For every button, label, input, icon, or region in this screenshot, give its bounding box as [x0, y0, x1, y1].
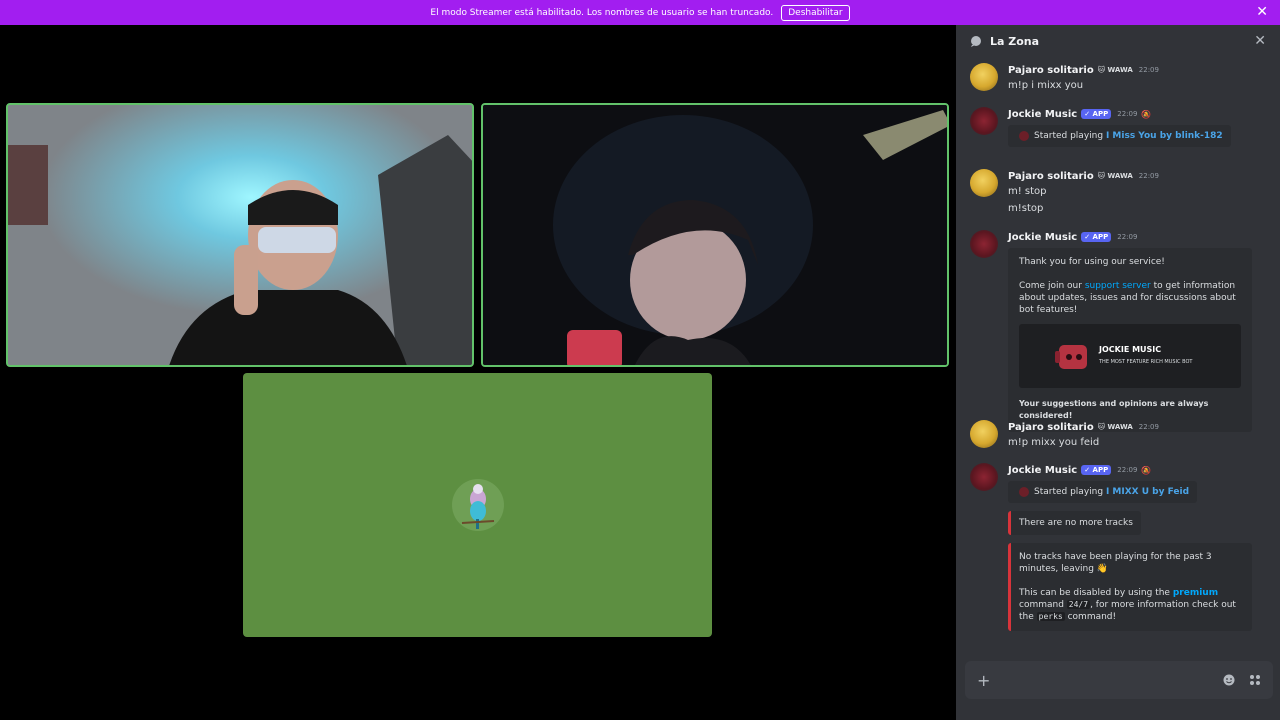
message-list[interactable]: Pajaro solitario 🐱 WAWA 22:09 m!p i mixx… — [956, 57, 1280, 657]
emoji-icon[interactable] — [1223, 674, 1235, 686]
idle-leave-embed: No tracks have been playing for the past… — [1008, 543, 1252, 631]
channel-name: La Zona — [990, 34, 1040, 48]
avatar[interactable] — [970, 107, 998, 135]
avatar[interactable] — [970, 230, 998, 258]
idle-b1: This can be disabled by using the — [1019, 588, 1173, 598]
message: Jockie Music ✓ APP 22:09 Thank you for u… — [970, 230, 1270, 432]
bot-mini-avatar — [1019, 130, 1029, 141]
message-text: m!p i mixx you — [1008, 80, 1084, 91]
webcam-feed-1 — [8, 105, 472, 365]
app-badge: ✓ APP — [1081, 232, 1112, 242]
promo-subtitle: THE MOST FEATURE RICH MUSIC BOT — [1099, 359, 1193, 365]
code-perks: perks — [1036, 612, 1065, 621]
embed-join-a: Come join our — [1019, 281, 1085, 291]
timestamp: 22:09 — [1138, 423, 1159, 431]
muted-notification-icon: 🔕 — [1141, 109, 1152, 119]
avatar[interactable] — [970, 420, 998, 448]
chat-bubble-icon — [971, 36, 981, 47]
avatar[interactable] — [970, 463, 998, 491]
no-more-tracks-text: There are no more tracks — [1019, 518, 1133, 528]
thanks-embed: Thank you for using our service! Come jo… — [1008, 248, 1252, 432]
idle-b4: command! — [1064, 612, 1117, 622]
message: Jockie Music ✓ APP 22:09 🔕 Started playi… — [970, 107, 1270, 147]
author-name[interactable]: Pajaro solitario — [1008, 65, 1094, 76]
video-tile-participant-2[interactable] — [481, 103, 949, 367]
embed-footer: Your suggestions and opinions are always… — [1019, 399, 1209, 420]
timestamp: 22:09 — [1138, 66, 1159, 74]
bot-mini-avatar — [1019, 486, 1029, 497]
timestamp: 22:09 — [1117, 233, 1138, 241]
code-24-7: 24/7 — [1066, 600, 1091, 609]
author-name[interactable]: Jockie Music — [1008, 109, 1077, 120]
close-icon[interactable]: ✕ — [1256, 4, 1268, 20]
message: Jockie Music ✓ APP 22:09 🔕 Started playi… — [970, 463, 1270, 631]
author-name[interactable]: Pajaro solitario — [1008, 422, 1094, 433]
disable-streamer-mode-button[interactable]: Deshabilitar — [781, 4, 850, 21]
muted-notification-icon: 🔕 — [1141, 465, 1152, 475]
message: Pajaro solitario 🐱 WAWA 22:09 m!p mixx y… — [970, 420, 1270, 451]
timestamp: 22:09 — [1138, 172, 1159, 180]
timestamp: 22:09 — [1117, 110, 1138, 118]
banner-message: El modo Streamer está habilitado. Los no… — [430, 7, 774, 18]
message-composer[interactable]: + — [965, 661, 1273, 699]
track-link[interactable]: I Miss You by blink-182 — [1106, 131, 1223, 141]
server-tag[interactable]: 🐱 WAWA — [1098, 172, 1133, 180]
close-chat-icon[interactable]: ✕ — [1254, 33, 1266, 49]
now-playing-embed: Started playing I Miss You by blink-182 — [1008, 125, 1231, 147]
avatar[interactable] — [970, 169, 998, 197]
message-text: m! stop — [1008, 186, 1047, 197]
no-more-tracks-embed: There are no more tracks — [1008, 511, 1141, 535]
author-name[interactable]: Jockie Music — [1008, 232, 1077, 243]
author-name[interactable]: Jockie Music — [1008, 465, 1077, 476]
embed-thanks-text: Thank you for using our service! — [1019, 257, 1165, 267]
app-badge: ✓ APP — [1081, 465, 1112, 475]
jockie-logo-icon — [1055, 345, 1087, 369]
video-tile-participant-1[interactable] — [6, 103, 474, 367]
video-stage — [0, 25, 956, 720]
avatar[interactable] — [970, 63, 998, 91]
message-text: m!p mixx you feid — [1008, 437, 1100, 448]
message: Pajaro solitario 🐱 WAWA 22:09 m!p i mixx… — [970, 63, 1270, 94]
server-tag[interactable]: 🐱 WAWA — [1098, 423, 1133, 431]
voice-text-chat-panel: La Zona ✕ Pajaro solitario 🐱 WAWA 22:09 … — [956, 25, 1280, 720]
idle-b2: command — [1019, 600, 1067, 610]
embed-prefix: Started playing — [1034, 487, 1106, 497]
track-link[interactable]: I MIXX U by Feid — [1106, 487, 1189, 497]
promo-image[interactable]: JOCKIE MUSIC THE MOST FEATURE RICH MUSIC… — [1019, 324, 1241, 388]
server-tag[interactable]: 🐱 WAWA — [1098, 66, 1133, 74]
support-server-link[interactable]: support server — [1085, 281, 1151, 291]
timestamp: 22:09 — [1117, 466, 1138, 474]
embed-prefix: Started playing — [1034, 131, 1106, 141]
apps-icon[interactable] — [1249, 674, 1261, 686]
idle-leave-text: No tracks have been playing for the past… — [1019, 552, 1212, 574]
chat-header: La Zona ✕ — [956, 25, 1280, 57]
message-text: m!stop — [1008, 203, 1044, 214]
promo-title: JOCKIE MUSIC — [1099, 345, 1162, 354]
now-playing-embed: Started playing I MIXX U by Feid — [1008, 481, 1198, 503]
video-tile-participant-3-avatar[interactable] — [243, 373, 712, 637]
attach-plus-icon[interactable]: + — [977, 671, 990, 690]
premium-link[interactable]: premium — [1173, 588, 1218, 598]
webcam-feed-2 — [483, 105, 947, 365]
app-badge: ✓ APP — [1081, 109, 1112, 119]
streamer-mode-banner: El modo Streamer está habilitado. Los no… — [0, 0, 1280, 25]
message: Pajaro solitario 🐱 WAWA 22:09 m! stop m!… — [970, 169, 1270, 217]
bird-avatar-icon — [451, 479, 504, 531]
author-name[interactable]: Pajaro solitario — [1008, 171, 1094, 182]
